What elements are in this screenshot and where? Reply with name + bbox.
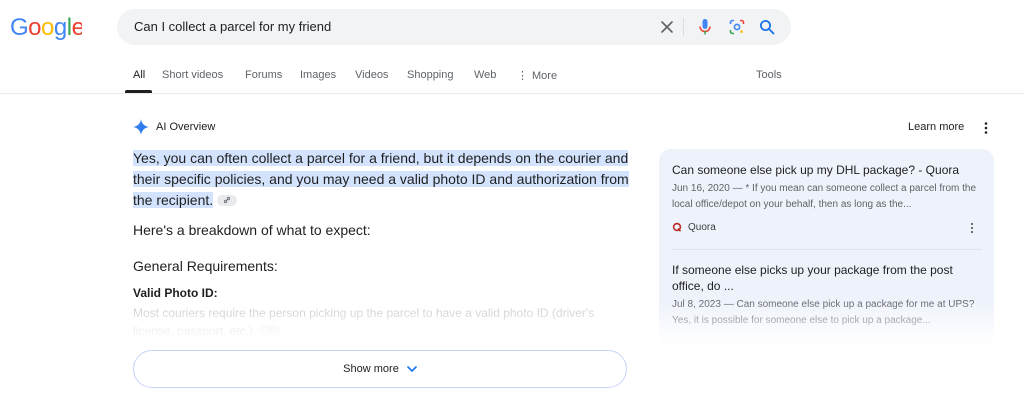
tab-images[interactable]: Images [300, 69, 336, 81]
source-snippet-1: Jun 16, 2020 — * If you mean can someone… [672, 183, 977, 210]
source-site-1[interactable]: Quora [672, 220, 716, 234]
tab-more-label: More [532, 70, 558, 82]
learn-more-link[interactable]: Learn more [908, 121, 964, 133]
more-vertical-icon: ⋮ [517, 70, 528, 82]
tab-web[interactable]: Web [474, 69, 496, 81]
quora-icon [672, 222, 682, 232]
google-lens-icon[interactable] [727, 17, 747, 37]
photo-id-text: Most couriers require the person picking… [133, 304, 603, 340]
tab-all[interactable]: All [133, 69, 145, 81]
search-tabs: All Short videos Forums Images Videos Sh… [0, 64, 1024, 93]
link-icon [224, 196, 231, 203]
tab-short-videos[interactable]: Short videos [162, 69, 223, 81]
show-more-label: Show more [343, 363, 399, 375]
gemini-sparkle-icon [133, 119, 149, 135]
ai-summary: Yes, you can often collect a parcel for … [133, 148, 633, 211]
header-divider [0, 93, 1024, 94]
tab-more[interactable]: ⋮ More [517, 69, 557, 82]
photo-id-heading: Valid Photo ID: [133, 286, 218, 300]
search-divider [683, 18, 684, 36]
source-title-1[interactable]: Can someone else pick up my DHL package?… [672, 162, 977, 178]
breakdown-intro: Here's a breakdown of what to expect: [133, 222, 371, 238]
search-input[interactable]: Can I collect a parcel for my friend [134, 19, 331, 34]
tools-button[interactable]: Tools [756, 69, 782, 81]
search-bar[interactable]: Can I collect a parcel for my friend [117, 9, 791, 45]
sources-panel: Can someone else pick up my DHL package?… [659, 149, 994, 349]
source-link-chip[interactable] [217, 194, 238, 206]
chevron-down-icon [407, 366, 417, 372]
photo-id-body: Most couriers require the person picking… [133, 306, 595, 338]
ai-summary-text: Yes, you can often collect a parcel for … [133, 150, 629, 208]
source-divider [672, 249, 982, 250]
clear-icon[interactable] [657, 17, 677, 37]
source-site-name: Quora [688, 221, 716, 233]
photo-id-link-chip[interactable] [260, 325, 281, 337]
search-icon[interactable] [757, 17, 777, 37]
tab-videos[interactable]: Videos [355, 69, 388, 81]
show-more-button[interactable]: Show more [133, 350, 627, 388]
ai-overview-title: AI Overview [156, 121, 216, 133]
svg-text:Google: Google [10, 14, 82, 41]
microphone-icon[interactable] [695, 17, 715, 37]
link-icon [269, 329, 272, 332]
source-snippet-2: Jul 8, 2023 — Can someone else pick up a… [672, 299, 975, 326]
general-requirements-heading: General Requirements: [133, 258, 278, 274]
tab-shopping[interactable]: Shopping [407, 69, 454, 81]
source-title-2[interactable]: If someone else picks up your package fr… [672, 262, 977, 294]
more-options-icon[interactable] [982, 121, 990, 135]
tab-forums[interactable]: Forums [245, 69, 282, 81]
source-options-icon[interactable] [970, 222, 974, 234]
google-logo[interactable]: Google [10, 10, 82, 42]
